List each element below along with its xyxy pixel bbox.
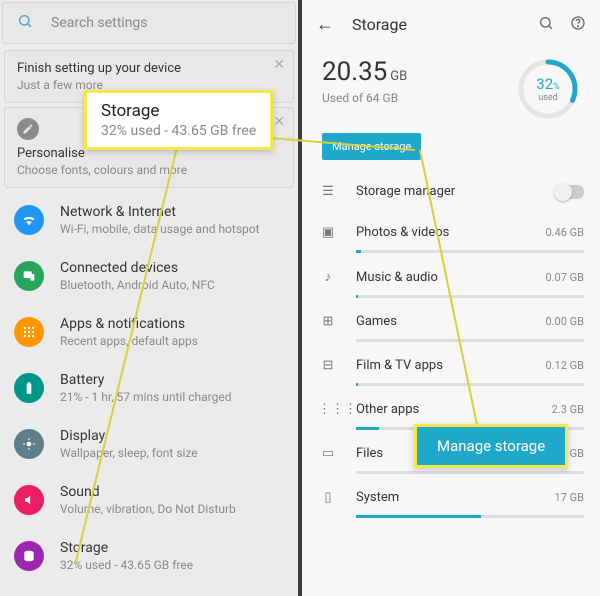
item-sub: Wallpaper, sleep, font size xyxy=(60,446,198,460)
callout-title: Storage xyxy=(101,101,256,121)
category-label: System xyxy=(356,490,555,505)
storage-manager-label: Storage manager xyxy=(356,184,554,199)
storage-summary: 20.35GB Used of 64 GB 32% used xyxy=(302,49,600,121)
item-title: Apps & notifications xyxy=(60,316,198,332)
close-icon[interactable]: ✕ xyxy=(273,57,285,73)
settings-item-battery[interactable]: Battery 21% - 1 hr, 57 mins until charged xyxy=(0,360,298,416)
devices-icon xyxy=(14,261,44,291)
category-icon: ⊟ xyxy=(318,358,338,373)
category-icon: ⊞ xyxy=(318,314,338,329)
category-value: 17 GB xyxy=(555,491,584,504)
category-row[interactable]: ⊟ Film & TV apps0.12 GB xyxy=(302,348,600,379)
item-title: Battery xyxy=(60,372,232,388)
close-icon[interactable]: ✕ xyxy=(273,114,285,130)
item-sub: Wi-Fi, mobile, data usage and hotspot xyxy=(60,222,260,236)
settings-item-storage[interactable]: Storage 32% used - 43.65 GB free xyxy=(0,528,298,584)
category-icon: ⋮⋮⋮ xyxy=(318,402,338,417)
page-title: Storage xyxy=(352,15,407,34)
category-bar xyxy=(356,250,584,253)
callout-sub: 32% used - 43.65 GB free xyxy=(101,123,256,139)
category-bar xyxy=(356,515,584,518)
category-icon: ▭ xyxy=(318,446,338,461)
wifi-icon xyxy=(14,205,44,235)
sound-icon xyxy=(14,485,44,515)
item-sub: Bluetooth, Android Auto, NFC xyxy=(60,278,215,292)
category-value: 0.00 GB xyxy=(545,315,584,328)
storage-panel: ← Storage 20.35GB Used of 64 GB 32% used… xyxy=(302,0,600,596)
storage-icon xyxy=(14,541,44,571)
category-value: 0.46 GB xyxy=(545,226,584,239)
search-icon xyxy=(17,13,35,33)
search-icon[interactable] xyxy=(538,15,554,35)
item-sub: 21% - 1 hr, 57 mins until charged xyxy=(60,390,232,404)
help-icon[interactable] xyxy=(570,15,586,35)
category-label: Games xyxy=(356,314,545,329)
storage-callout: Storage 32% used - 43.65 GB free xyxy=(84,90,273,150)
pencil-icon xyxy=(17,118,39,140)
category-row[interactable]: ▯ System17 GB xyxy=(302,480,600,511)
back-icon[interactable]: ← xyxy=(316,14,334,35)
category-value: 2.3 GB xyxy=(552,403,584,416)
item-title: Sound xyxy=(60,484,236,500)
item-sub: Recent apps, default apps xyxy=(60,334,198,348)
search-placeholder: Search settings xyxy=(51,15,148,31)
settings-item-apps[interactable]: Apps & notifications Recent apps, default… xyxy=(0,304,298,360)
category-bar xyxy=(356,383,584,386)
category-icon: ♪ xyxy=(318,269,338,285)
manage-storage-button[interactable]: Manage storage xyxy=(322,133,421,160)
category-row[interactable]: ⊞ Games0.00 GB xyxy=(302,304,600,335)
category-bar xyxy=(356,471,584,474)
item-title: Network & Internet xyxy=(60,204,260,220)
callout-button-label: Manage storage xyxy=(437,437,545,455)
category-row[interactable]: ⋮⋮⋮ Other apps2.3 GB xyxy=(302,392,600,423)
item-sub: 32% used - 43.65 GB free xyxy=(60,558,193,572)
list-icon: ☰ xyxy=(318,184,338,199)
category-label: Film & TV apps xyxy=(356,358,545,373)
storage-header: ← Storage xyxy=(302,0,600,49)
storage-manager-row[interactable]: ☰ Storage manager xyxy=(302,174,600,205)
item-title: Storage xyxy=(60,540,193,556)
manage-storage-callout: Manage storage xyxy=(414,424,568,468)
item-title: Connected devices xyxy=(60,260,215,276)
category-label: Photos & videos xyxy=(356,225,545,240)
category-icon: ▣ xyxy=(318,225,338,240)
category-row[interactable]: ♪ Music & audio0.07 GB xyxy=(302,259,600,291)
item-sub: Volume, vibration, Do Not Disturb xyxy=(60,502,236,516)
settings-item-sound[interactable]: Sound Volume, vibration, Do Not Disturb xyxy=(0,472,298,528)
storage-manager-toggle[interactable] xyxy=(554,185,584,199)
usage-ring-chart: 32% used xyxy=(516,57,580,121)
item-title: Display xyxy=(60,428,198,444)
settings-item-display[interactable]: Display Wallpaper, sleep, font size xyxy=(0,416,298,472)
category-value: 0.12 GB xyxy=(545,359,584,372)
category-label: Other apps xyxy=(356,402,552,417)
category-bar xyxy=(356,339,584,342)
used-amount: 20.35GB xyxy=(322,57,516,87)
search-settings-row[interactable]: Search settings xyxy=(2,2,296,44)
category-row[interactable]: ▣ Photos & videos0.46 GB xyxy=(302,215,600,246)
settings-item-connected[interactable]: Connected devices Bluetooth, Android Auto… xyxy=(0,248,298,304)
personalise-sub: Choose fonts, colours and more xyxy=(17,163,281,177)
battery-icon xyxy=(14,373,44,403)
category-bar xyxy=(356,295,584,298)
display-icon xyxy=(14,429,44,459)
category-icon: ▯ xyxy=(318,490,338,505)
setup-title: Finish setting up your device xyxy=(17,61,281,76)
category-label: Music & audio xyxy=(356,270,545,285)
apps-icon xyxy=(14,317,44,347)
settings-item-network[interactable]: Network & Internet Wi-Fi, mobile, data us… xyxy=(0,192,298,248)
total-text: Used of 64 GB xyxy=(322,91,516,105)
category-value: 0.07 GB xyxy=(545,271,584,284)
